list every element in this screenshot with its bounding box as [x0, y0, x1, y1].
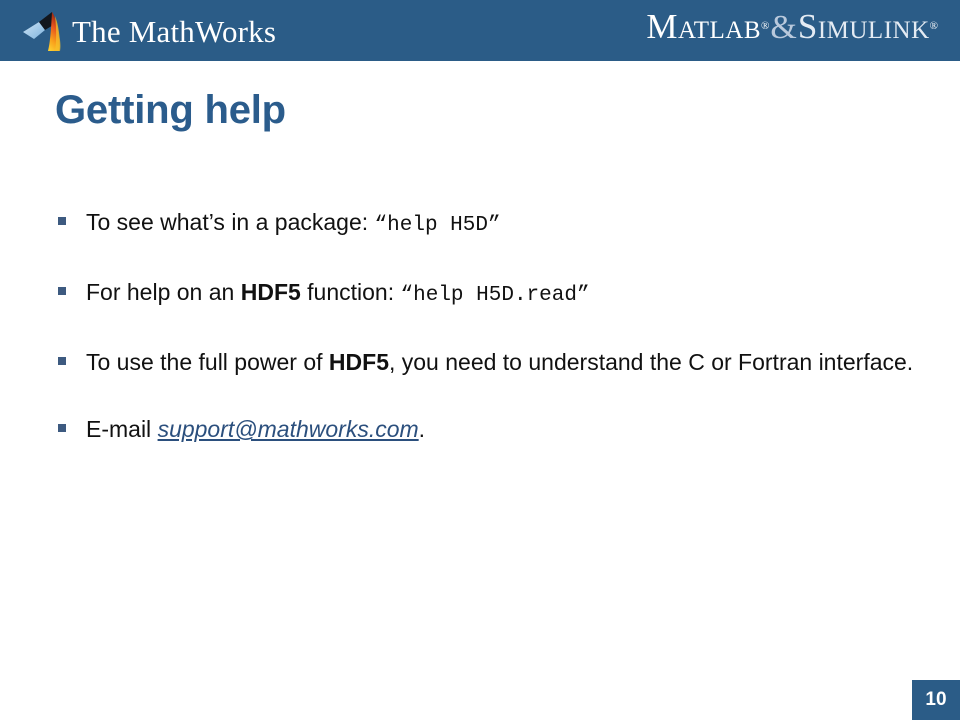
matlab-registered-icon: ®: [761, 20, 770, 32]
code-snippet: help H5D: [387, 214, 488, 237]
bullet-lead-text: To see what’s in a package:: [86, 209, 375, 235]
code-snippet: help H5D.read: [413, 283, 577, 307]
code-open-quote: “: [374, 214, 388, 237]
bullet-marker-icon: [58, 217, 66, 225]
bullet-text: To use the full power of HDF5, you need …: [86, 346, 928, 379]
matlab-membrane-icon: [23, 12, 61, 51]
simulink-registered-icon: ®: [929, 20, 938, 32]
mathworks-brand: The MathWorks: [22, 8, 276, 54]
bullet-lead-text: E-mail: [86, 416, 158, 443]
code-close-quote: ”: [487, 214, 501, 237]
bullet-lead-text: To use the full power of: [86, 348, 329, 375]
bullet-emphasis-text: HDF5: [328, 348, 389, 375]
bullet-email-support: E-mail support@mathworks.com.: [58, 413, 928, 446]
slide-header: The MathWorks Matlab ® & Simulink ®: [0, 0, 960, 61]
ampersand-glyph: &: [770, 9, 797, 46]
bullet-emphasis-text: HDF5: [240, 278, 301, 305]
code-open-quote: “: [400, 283, 414, 307]
bullet-lead-text: For help on an: [86, 278, 241, 305]
bullet-marker-icon: [58, 286, 66, 295]
bullet-text: To see what’s in a package: “help H5D”: [86, 206, 928, 241]
bullet-full-power: To use the full power of HDF5, you need …: [58, 346, 928, 379]
bullet-marker-icon: [58, 424, 66, 433]
bullet-package-help: To see what’s in a package: “help H5D”: [58, 206, 928, 241]
support-email-link[interactable]: support@mathworks.com: [158, 416, 419, 442]
product-lockup: Matlab ® & Simulink ®: [646, 9, 938, 51]
bullet-function-help: For help on an HDF5 function: “help H5D.…: [58, 276, 928, 311]
bullet-lead-text-2: , you need to understand the C or Fortra…: [388, 348, 914, 375]
bullet-text: E-mail support@mathworks.com.: [86, 413, 928, 446]
simulink-wordmark: Simulink: [797, 7, 930, 46]
code-close-quote: ”: [576, 283, 590, 307]
matlab-wordmark: Matlab: [646, 7, 762, 46]
bullet-lead-text-2: function:: [300, 278, 401, 305]
bullet-list: To see what’s in a package: “help H5D” F…: [58, 206, 928, 446]
bullet-marker-icon: [58, 356, 66, 365]
bullet-tail-text: .: [418, 416, 426, 443]
page-title: Getting help: [55, 88, 286, 132]
bullet-text: For help on an HDF5 function: “help H5D.…: [86, 276, 928, 311]
page-number-badge: 10: [912, 680, 960, 720]
company-name: The MathWorks: [72, 13, 277, 49]
